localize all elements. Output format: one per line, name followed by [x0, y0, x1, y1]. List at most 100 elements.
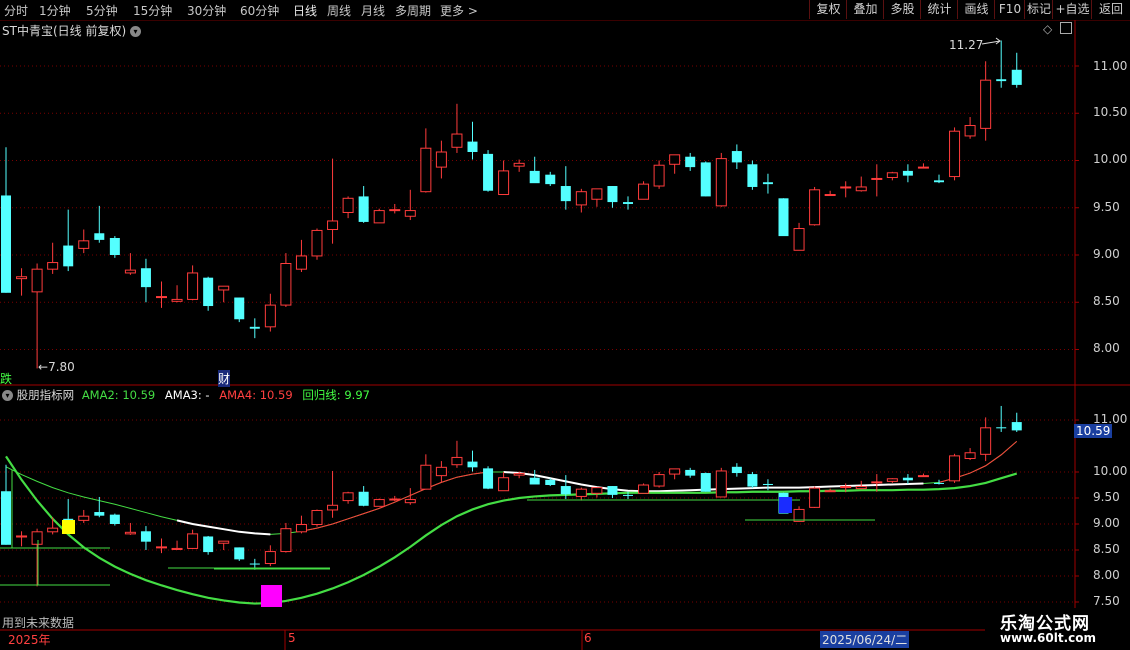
add-watchlist-button[interactable]: +自选 [1052, 0, 1092, 19]
tab-more[interactable]: 更多 > [440, 2, 478, 19]
candle-body [435, 151, 447, 168]
candle-body [529, 170, 540, 184]
y-label: 10.00 [1093, 464, 1128, 478]
candle-body [762, 182, 773, 185]
candle-body [809, 189, 821, 226]
grid-layer [0, 20, 1130, 650]
ama3-value: AMA3: - [164, 388, 210, 402]
tab-60min[interactable]: 60分钟 [240, 2, 279, 19]
huigui-value: 回归线: 9.97 [302, 388, 370, 402]
annotations-layer [0, 37, 1001, 607]
candle-body [529, 477, 540, 485]
tab-multi-period[interactable]: 多周期 [395, 2, 431, 19]
window-toggle-icon[interactable] [1060, 22, 1072, 34]
candle-body [435, 466, 447, 477]
candle-body [715, 470, 727, 498]
candle-body [249, 563, 260, 565]
candle-body [234, 297, 245, 320]
f10-button[interactable]: F10 [994, 0, 1025, 19]
chevron-down-icon[interactable]: ▾ [129, 26, 141, 37]
candle-body [420, 147, 432, 193]
candle-body [203, 277, 214, 307]
candle-body [700, 473, 711, 492]
candle-body [700, 162, 711, 197]
date-cursor: 2025/06/24/二 [820, 631, 910, 648]
candle-body [793, 228, 805, 251]
stats-button[interactable]: 统计 [920, 0, 958, 19]
candle-body [342, 197, 354, 213]
candle-body [124, 531, 136, 535]
candle-body [669, 468, 681, 475]
y-label: 9.00 [1093, 516, 1120, 530]
candle-body [358, 491, 369, 506]
candle-body [234, 547, 245, 560]
draw-line-button[interactable]: 画线 [957, 0, 995, 19]
candle-body [124, 269, 136, 274]
diamond-icon[interactable]: ◇ [1043, 22, 1052, 36]
candle-body [980, 427, 992, 455]
chevron-right-icon: > [464, 4, 478, 18]
candle-body [1, 491, 11, 545]
candle-body [964, 125, 976, 137]
candle-body [747, 474, 758, 487]
tab-more-label: 更多 [440, 4, 465, 18]
candle-body [156, 546, 167, 549]
candle-body [16, 535, 28, 538]
main-title: ST中青宝(日线 前复权) ▾ [2, 22, 141, 39]
candle-body [140, 268, 151, 288]
tab-weekly[interactable]: 周线 [327, 2, 351, 19]
candle-body [591, 487, 603, 494]
tab-15min[interactable]: 15分钟 [133, 2, 172, 19]
tab-monthly[interactable]: 月线 [361, 2, 385, 19]
period-toolbar: 分时 1分钟 5分钟 15分钟 30分钟 60分钟 日线 周线 月线 多周期 更… [0, 0, 1130, 21]
candle-body [855, 186, 867, 192]
candle-body [311, 229, 323, 257]
candle-body [109, 514, 120, 524]
tab-5min[interactable]: 5分钟 [86, 2, 118, 19]
multi-stock-button[interactable]: 多股 [883, 0, 921, 19]
current-value-tag: 10.59 [1074, 424, 1113, 438]
candle-body [31, 268, 43, 293]
tab-daily[interactable]: 日线 [293, 2, 317, 19]
y-label: 8.50 [1093, 542, 1120, 556]
candle-body [638, 183, 650, 200]
fuquan-button[interactable]: 复权 [809, 0, 847, 19]
candle-body [949, 455, 961, 482]
candle-body [203, 536, 214, 553]
back-button[interactable]: 返回 [1091, 0, 1130, 19]
low-price-label: 7.80 [48, 360, 75, 374]
main-candles-layer [1, 40, 1022, 369]
tab-1min[interactable]: 1分钟 [39, 2, 71, 19]
candle-body [685, 469, 696, 476]
overlay-button[interactable]: 叠加 [846, 0, 884, 19]
candle-body [311, 509, 323, 526]
candle-body [47, 262, 59, 270]
chevron-down-icon[interactable]: ▾ [2, 390, 13, 401]
candle-body [513, 162, 525, 167]
mark-button[interactable]: 标记 [1024, 0, 1053, 19]
candle-body [78, 240, 90, 249]
candle-body [575, 191, 587, 206]
candle-body [63, 245, 74, 267]
candle-body [483, 468, 494, 489]
month-label: 6 [584, 631, 592, 645]
candle-body [623, 494, 633, 496]
candle-body [653, 474, 665, 487]
tab-fenshi[interactable]: 分时 [4, 2, 28, 19]
candle-body [575, 488, 587, 497]
y-label: 8.00 [1093, 568, 1120, 582]
candle-body [824, 490, 836, 493]
candle-body [109, 237, 120, 255]
candle-body [187, 272, 199, 300]
finance-flag[interactable]: 财 [218, 370, 231, 387]
candle-body [778, 198, 789, 237]
indicator-candles-layer [1, 405, 1022, 587]
candle-body [871, 177, 883, 180]
candle-body [949, 130, 961, 178]
die-flag[interactable]: 跌 [0, 370, 12, 387]
candle-body [16, 276, 28, 280]
candle-body [78, 515, 90, 521]
stock-title: ST中青宝(日线 前复权) [2, 24, 127, 38]
candle-body [731, 151, 742, 163]
tab-30min[interactable]: 30分钟 [187, 2, 226, 19]
